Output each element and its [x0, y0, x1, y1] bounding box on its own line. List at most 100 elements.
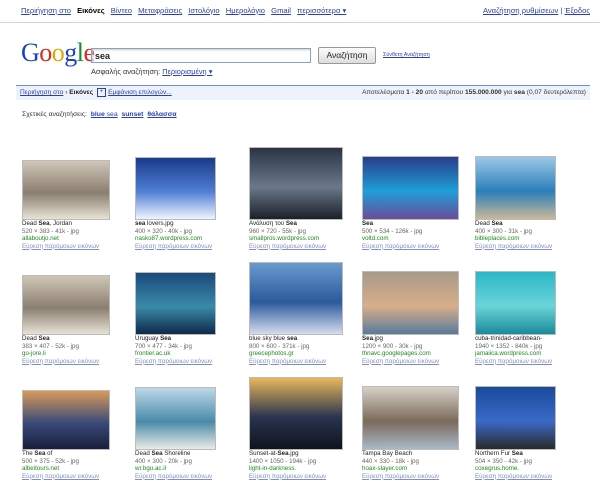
- find-similar-link[interactable]: Εύρεση παρόμοιων εικόνων: [362, 358, 477, 366]
- find-similar-link[interactable]: Εύρεση παρόμοιων εικόνων: [249, 358, 364, 366]
- image-caption[interactable]: blue sky blue sea: [249, 335, 364, 343]
- image-result[interactable]: Dead Sea 383 × 407 - 52k - jpg go-jore.li Ε…: [22, 275, 137, 365]
- image-caption[interactable]: Sunset-at-Sea.jpg: [249, 450, 364, 458]
- image-meta: 1200 × 900 - 30k - jpg: [362, 342, 423, 350]
- image-caption[interactable]: sea lovers.jpg: [135, 220, 250, 228]
- breadcrumb-browse-link[interactable]: Περιήγηση στο: [20, 89, 63, 96]
- image-thumbnail[interactable]: [475, 156, 556, 220]
- find-similar-link[interactable]: Εύρεση παρόμοιων εικόνων: [135, 358, 250, 366]
- find-similar-link[interactable]: Εύρεση παρόμοιων εικόνων: [362, 243, 477, 251]
- image-caption[interactable]: Uruguay Sea: [135, 335, 250, 343]
- related-link-blue-sea[interactable]: blue sea: [91, 111, 118, 118]
- find-similar-link[interactable]: Εύρεση παρόμοιων εικόνων: [249, 473, 364, 481]
- image-thumbnail[interactable]: [249, 147, 343, 220]
- image-caption[interactable]: The Sea of: [22, 450, 137, 458]
- image-caption[interactable]: Dead Sea, Jordan: [22, 220, 137, 228]
- image-thumbnail[interactable]: [22, 390, 110, 450]
- image-result[interactable]: Dead Sea Shoreline 400 × 300 - 20k - jpg w…: [135, 387, 250, 480]
- find-similar-link[interactable]: Εύρεση παρόμοιων εικόνων: [249, 243, 364, 251]
- find-similar-link[interactable]: Εύρεση παρόμοιων εικόνων: [475, 473, 590, 481]
- image-source-site: jamaiica.wordpress.com: [475, 350, 542, 358]
- signout-link[interactable]: Έξοδος: [565, 6, 590, 15]
- advanced-search-link[interactable]: Σύνθετη Αναζήτηση: [383, 52, 430, 58]
- image-caption[interactable]: Sea.jpg: [362, 335, 477, 343]
- image-meta: 520 × 383 - 41k - jpg: [22, 227, 79, 235]
- find-similar-link[interactable]: Εύρεση παρόμοιων εικόνων: [475, 358, 590, 366]
- image-thumbnail[interactable]: [22, 160, 110, 220]
- image-source-site: hoax-slayer.com: [362, 465, 408, 473]
- image-result[interactable]: Northern Fur Sea 504 × 350 - 42k - jpg cox…: [475, 386, 590, 480]
- google-logo[interactable]: Google: [21, 40, 95, 66]
- image-result[interactable]: The Sea of 500 × 375 - 52k - jpg albeitour…: [22, 390, 137, 480]
- top-bar: Περιήγηση στο Εικόνες Βίντεο Μεταφράσεις…: [0, 0, 600, 23]
- find-similar-link[interactable]: Εύρεση παρόμοιων εικόνων: [135, 473, 250, 481]
- image-caption[interactable]: Dead Sea Shoreline: [135, 450, 250, 458]
- image-result[interactable]: Sea 500 × 534 - 126k - jpg voltd.com Εύρεση…: [362, 156, 477, 250]
- image-result[interactable]: cuba-trinidad-caribbean- 1940 × 1352 - 84…: [475, 271, 590, 365]
- image-result[interactable]: Tampa Bay Beach 440 × 330 - 18k - jpg hoax…: [362, 386, 477, 480]
- search-button[interactable]: Αναζήτηση: [318, 47, 376, 64]
- safe-search: Ασφαλής αναζήτηση: Περιορισμένη ▾: [91, 67, 212, 76]
- image-thumbnail[interactable]: [135, 387, 216, 450]
- find-similar-link[interactable]: Εύρεση παρόμοιων εικόνων: [22, 358, 137, 366]
- settings-link[interactable]: Αναζήτηση ρυθμίσεων: [483, 6, 558, 15]
- image-source-site: wr.bgu.ac.il: [135, 465, 166, 473]
- image-result[interactable]: Sea.jpg 1200 × 900 - 30k - jpg thnavc.goog…: [362, 271, 477, 365]
- top-nav: Περιήγηση στο Εικόνες Βίντεο Μεταφράσεις…: [21, 6, 350, 15]
- image-source-site: voltd.com: [362, 235, 389, 243]
- image-thumbnail[interactable]: [362, 156, 459, 220]
- image-thumbnail[interactable]: [475, 386, 556, 450]
- image-meta: 500 × 375 - 52k - jpg: [22, 457, 79, 465]
- nav-item-browse[interactable]: Περιήγηση στο: [21, 6, 71, 15]
- results-bar: Περιήγηση στο › Εικόνες + Εμφάνιση επιλογ…: [16, 85, 590, 100]
- find-similar-link[interactable]: Εύρεση παρόμοιων εικόνων: [362, 473, 477, 481]
- find-similar-link[interactable]: Εύρεση παρόμοιων εικόνων: [22, 243, 137, 251]
- find-similar-link[interactable]: Εύρεση παρόμοιων εικόνων: [135, 243, 250, 251]
- show-options-link[interactable]: Εμφάνιση επιλογών...: [108, 89, 172, 96]
- image-caption[interactable]: Dead Sea: [475, 220, 590, 228]
- image-meta: 400 × 320 - 40k - jpg: [135, 227, 192, 235]
- image-source-site: go-jore.li: [22, 350, 46, 358]
- nav-item-images[interactable]: Εικόνες: [77, 6, 105, 15]
- image-thumbnail[interactable]: [135, 157, 216, 220]
- image-result[interactable]: blue sky blue sea 800 × 600 - 371k - jpg g…: [249, 262, 364, 365]
- image-source-site: nasko87.wordpress.com: [135, 235, 203, 243]
- image-caption[interactable]: Dead Sea: [22, 335, 137, 343]
- image-meta: 400 × 300 - 20k - jpg: [135, 457, 192, 465]
- related-link-thalassa[interactable]: θάλασσα: [147, 111, 176, 118]
- expand-plus-icon[interactable]: +: [97, 87, 107, 97]
- image-caption[interactable]: Ανάλυση του Sea: [249, 220, 364, 228]
- nav-item-blog[interactable]: Ιστολόγιο: [188, 6, 219, 15]
- image-thumbnail[interactable]: [249, 377, 343, 450]
- search-input[interactable]: sea: [91, 48, 311, 63]
- image-caption[interactable]: Northern Fur Sea: [475, 450, 590, 458]
- image-thumbnail[interactable]: [22, 275, 110, 335]
- image-caption[interactable]: cuba-trinidad-caribbean-: [475, 335, 590, 343]
- image-meta: 504 × 350 - 42k - jpg: [475, 457, 532, 465]
- nav-item-translate[interactable]: Μεταφράσεις: [138, 6, 182, 15]
- image-result[interactable]: sea lovers.jpg 400 × 320 - 40k - jpg nasko…: [135, 157, 250, 250]
- breadcrumb-separator: ›: [65, 89, 68, 96]
- image-result[interactable]: Dead Sea 400 × 300 - 31k - jpg bibleplaces…: [475, 156, 590, 250]
- safe-search-dropdown[interactable]: Περιορισμένη ▾: [162, 67, 212, 76]
- nav-item-more[interactable]: περισσότερα ▾: [297, 6, 346, 15]
- image-source-site: allaboutjo.net: [22, 235, 59, 243]
- image-result[interactable]: Ανάλυση του Sea 960 × 720 - 55k - jpg smal…: [249, 147, 364, 250]
- image-caption[interactable]: Sea: [362, 220, 477, 228]
- image-thumbnail[interactable]: [249, 262, 343, 335]
- nav-item-video[interactable]: Βίντεο: [111, 6, 132, 15]
- image-meta: 440 × 330 - 18k - jpg: [362, 457, 419, 465]
- image-thumbnail[interactable]: [362, 386, 459, 450]
- find-similar-link[interactable]: Εύρεση παρόμοιων εικόνων: [475, 243, 590, 251]
- image-thumbnail[interactable]: [475, 271, 556, 335]
- related-link-sunset[interactable]: sunset: [122, 111, 144, 118]
- image-result[interactable]: Dead Sea, Jordan 520 × 383 - 41k - jpg all…: [22, 160, 137, 250]
- image-thumbnail[interactable]: [135, 272, 216, 335]
- find-similar-link[interactable]: Εύρεση παρόμοιων εικόνων: [22, 473, 137, 481]
- image-result[interactable]: Sunset-at-Sea.jpg 1400 × 1050 - 194k - jp…: [249, 377, 364, 480]
- nav-item-calendar[interactable]: Ημερολόγιο: [226, 6, 265, 15]
- image-thumbnail[interactable]: [362, 271, 459, 335]
- nav-item-gmail[interactable]: Gmail: [271, 6, 291, 15]
- image-result[interactable]: Uruguay Sea 700 × 477 - 34k - jpg frontier…: [135, 272, 250, 365]
- image-caption[interactable]: Tampa Bay Beach: [362, 450, 477, 458]
